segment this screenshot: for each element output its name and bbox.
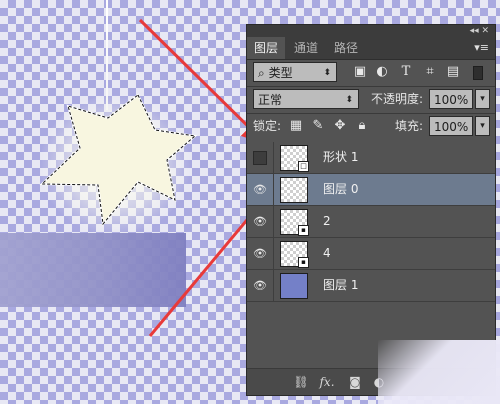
opacity-input[interactable]: 100% (429, 89, 473, 109)
layer-thumbnail (280, 177, 308, 203)
collapse-icon[interactable]: ◂◂ ✕ (470, 25, 489, 37)
tab-paths[interactable]: 路径 (327, 37, 365, 59)
filter-toggle[interactable] (473, 66, 483, 80)
layer-thumbnail: ▪ (280, 209, 309, 236)
search-icon: ⌕ (258, 66, 265, 80)
fill-label: 填充: (395, 119, 424, 133)
adjustment-filter-icon[interactable]: ◐ (373, 62, 391, 82)
divider (273, 238, 274, 269)
divider (247, 113, 495, 114)
panel-menu-icon[interactable]: ▾≡ (474, 41, 489, 54)
divider (273, 142, 274, 173)
smart-object-filter-icon[interactable]: ▤ (444, 62, 462, 82)
tab-layers[interactable]: 图层 (247, 37, 286, 59)
lock-row: 锁定: ▦ ✎ ✥ 🔒︎ 填充: 100% ▾ (247, 116, 495, 136)
layer-row-4[interactable]: 👁︎ ▪ 4 (247, 238, 495, 270)
layer-row-layer-1[interactable]: 👁︎ 图层 1 (247, 270, 495, 302)
smart-object-badge-icon: ▪ (298, 257, 309, 268)
type-filter-icon[interactable]: T (397, 62, 415, 82)
layers-list: □ 形状 1 👁︎ 图层 0 👁︎ ▪ 2 👁︎ ▪ 4 � (247, 142, 495, 369)
filter-row: ⌕ 类型 ⬍ ▣ ◐ T ⌗ ▤ (247, 62, 495, 82)
panel-title-bar[interactable]: ◂◂ ✕ (247, 25, 495, 37)
blend-mode-label: 正常 (258, 93, 283, 107)
lock-transparent-icon[interactable]: ▦ (287, 116, 305, 136)
eye-icon[interactable]: 👁︎ (253, 183, 267, 197)
visibility-toggle-off[interactable] (253, 151, 267, 165)
opacity-dropdown[interactable]: ▾ (475, 89, 490, 109)
layer-name[interactable]: 4 (323, 238, 331, 269)
lock-label: 锁定: (253, 119, 282, 133)
shadow-rectangle (0, 233, 186, 307)
vector-mask-badge-icon: □ (298, 161, 309, 172)
chevron-updown-icon: ⬍ (345, 95, 353, 105)
filter-kind-select[interactable]: ⌕ 类型 ⬍ (253, 62, 337, 82)
chevron-updown-icon: ⬍ (323, 68, 331, 78)
layer-thumbnail (280, 273, 308, 299)
layer-row-2[interactable]: 👁︎ ▪ 2 (247, 206, 495, 238)
layer-name[interactable]: 图层 0 (323, 174, 358, 205)
star-shape (39, 93, 198, 227)
eye-icon[interactable]: 👁︎ (253, 215, 267, 229)
smart-object-badge-icon: ▪ (298, 225, 309, 236)
layer-row-shape-1[interactable]: □ 形状 1 (247, 142, 495, 174)
layer-name[interactable]: 2 (323, 206, 331, 237)
lock-all-icon[interactable]: 🔒︎ (353, 116, 371, 136)
lock-move-icon[interactable]: ✥ (331, 116, 349, 136)
link-icon[interactable]: ⛓︎ (291, 373, 311, 391)
eye-icon[interactable]: 👁︎ (253, 247, 267, 261)
layer-row-layer-0[interactable]: 👁︎ 图层 0 (247, 174, 495, 206)
opacity-label: 不透明度: (371, 92, 424, 106)
layer-name[interactable]: 图层 1 (323, 270, 358, 301)
divider (247, 86, 495, 87)
panel-tabs: 图层 通道 路径 ▾≡ (247, 37, 495, 60)
mask-icon[interactable]: ◙ (345, 373, 365, 391)
eye-icon[interactable]: 👁︎ (253, 279, 267, 293)
divider (273, 174, 274, 205)
shape-filter-icon[interactable]: ⌗ (421, 62, 439, 82)
blend-mode-select[interactable]: 正常 ⬍ (253, 89, 359, 109)
layer-name[interactable]: 形状 1 (323, 142, 358, 173)
filter-kind-label: 类型 (268, 66, 293, 80)
fill-dropdown[interactable]: ▾ (475, 116, 490, 136)
tab-channels[interactable]: 通道 (287, 37, 325, 59)
divider (273, 270, 274, 301)
layer-thumbnail: □ (280, 145, 309, 172)
window-corner (378, 340, 500, 404)
fx-icon[interactable]: fx. (317, 373, 337, 391)
blend-row: 正常 ⬍ 不透明度: 100% ▾ (247, 89, 495, 109)
lock-paint-icon[interactable]: ✎ (309, 116, 327, 136)
divider (273, 206, 274, 237)
image-filter-icon[interactable]: ▣ (351, 62, 369, 82)
layer-thumbnail: ▪ (280, 241, 309, 268)
fill-input[interactable]: 100% (429, 116, 473, 136)
